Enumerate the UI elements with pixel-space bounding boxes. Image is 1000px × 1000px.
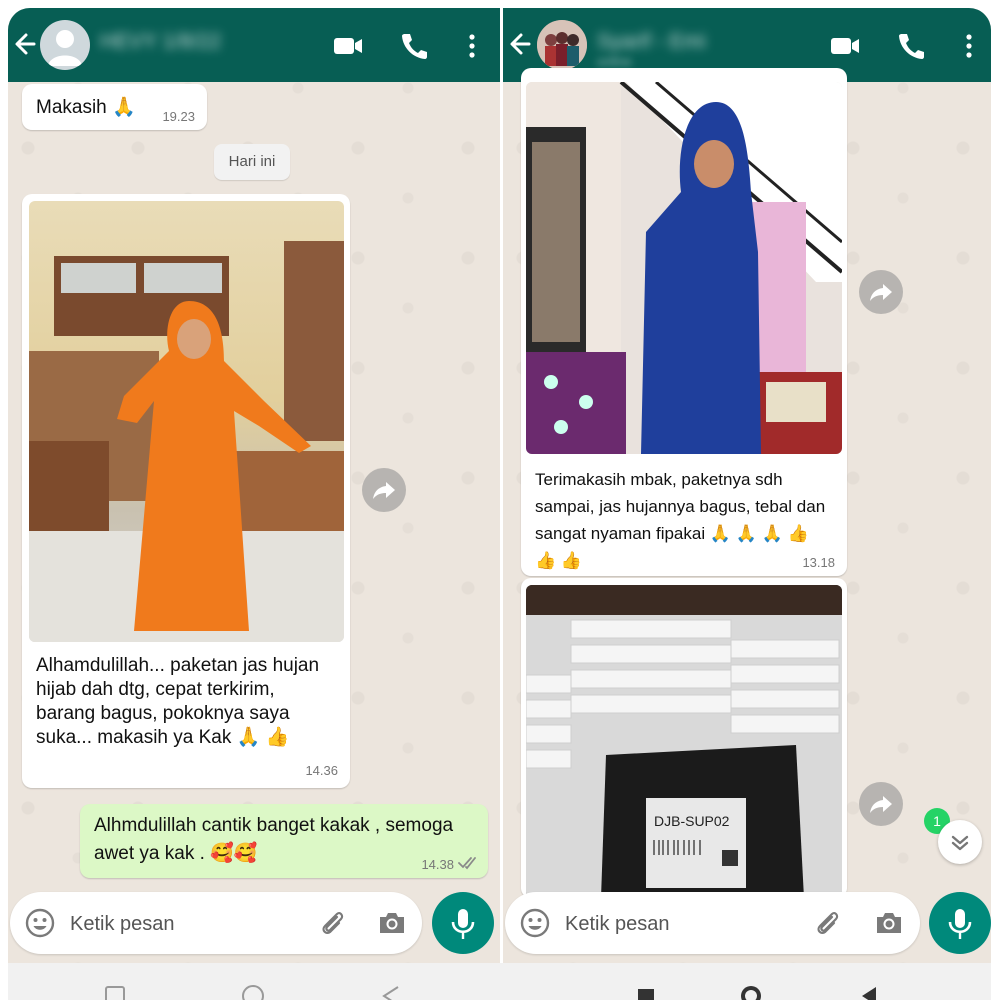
message-time: 13.18 (802, 555, 835, 570)
mic-icon (451, 909, 475, 939)
mic-icon (948, 909, 972, 939)
photo-attachment[interactable] (29, 201, 344, 642)
more-options-icon[interactable] (454, 28, 490, 64)
attach-icon[interactable] (811, 907, 843, 939)
right-chat-panel: Syarif - Emi online Terimakasih mbak, pa… (503, 8, 991, 963)
emoji-icon[interactable] (24, 907, 56, 939)
back-nav-icon[interactable] (380, 983, 402, 1000)
forward-share-icon (870, 796, 892, 813)
photo-attachment[interactable]: DJB-SUP02 (526, 585, 842, 898)
message-bubble-incoming-photo[interactable]: DJB-SUP02 (521, 578, 847, 898)
default-avatar-icon (48, 30, 82, 66)
message-composer (10, 892, 422, 956)
contact-name[interactable]: Syarif - Emi (597, 30, 706, 54)
forward-button[interactable] (859, 270, 903, 314)
back-nav-icon[interactable] (858, 983, 880, 1000)
photo-woman-orange-raincoat (29, 241, 344, 642)
double-check-icon (458, 857, 476, 870)
recents-nav-icon[interactable] (104, 985, 126, 1000)
message-text: Alhmdulillah cantik banget kakak , semog… (94, 815, 454, 864)
group-photo-avatar (537, 20, 587, 70)
system-nav-bar (8, 963, 991, 1000)
forward-button[interactable] (362, 468, 406, 512)
contact-status: online (597, 54, 632, 69)
home-nav-icon[interactable] (738, 983, 764, 1000)
message-text: Alhamdulillah... paketan jas hujan hijab… (36, 655, 320, 748)
forward-share-icon (373, 482, 395, 499)
contact-avatar[interactable] (537, 20, 587, 70)
contact-name[interactable]: HEVY 1/8/22 (100, 30, 221, 54)
camera-icon[interactable] (873, 907, 905, 939)
contact-avatar[interactable] (40, 20, 90, 70)
photo-woman-blue-raincoat (526, 82, 842, 454)
message-time: 14.36 (305, 763, 338, 778)
chat-header: HEVY 1/8/22 (8, 8, 500, 82)
video-call-icon[interactable] (827, 28, 863, 64)
back-arrow-icon[interactable] (12, 26, 42, 62)
mic-button[interactable] (432, 892, 494, 954)
back-arrow-icon[interactable] (507, 26, 537, 62)
recents-nav-icon[interactable] (636, 987, 656, 1000)
video-call-icon[interactable] (330, 28, 366, 64)
message-input[interactable] (68, 892, 272, 956)
photo-package-stack (526, 585, 842, 898)
voice-call-icon[interactable] (893, 28, 929, 64)
home-nav-icon[interactable] (240, 983, 266, 1000)
emoji-icon[interactable] (519, 907, 551, 939)
chevron-double-down-icon (951, 835, 969, 851)
more-options-icon[interactable] (951, 28, 987, 64)
forward-share-icon (870, 284, 892, 301)
photo-attachment[interactable] (526, 82, 842, 454)
message-bubble-incoming-photo[interactable]: Alhamdulillah... paketan jas hujan hijab… (22, 194, 350, 788)
message-composer (505, 892, 920, 956)
message-time: 19.23 (162, 109, 195, 124)
message-bubble-outgoing[interactable]: Alhmdulillah cantik banget kakak , semog… (80, 804, 488, 878)
message-bubble-incoming[interactable]: Makasih 🙏 19.23 (22, 84, 207, 130)
mic-button[interactable] (929, 892, 991, 954)
left-chat-panel: HEVY 1/8/22 Makasih 🙏 19.23 Hari ini Alh… (8, 8, 500, 963)
message-time: 14.38 (421, 857, 454, 872)
voice-call-icon[interactable] (396, 28, 432, 64)
camera-icon[interactable] (376, 907, 408, 939)
package-label: DJB-SUP02 (654, 813, 730, 829)
forward-button[interactable] (859, 782, 903, 826)
message-text: Terimakasih mbak, paketnya sdh sampai, j… (535, 470, 826, 570)
attach-icon[interactable] (316, 907, 348, 939)
message-bubble-incoming-photo[interactable]: Terimakasih mbak, paketnya sdh sampai, j… (521, 68, 847, 576)
date-divider: Hari ini (214, 144, 290, 180)
scroll-to-bottom-button[interactable] (938, 820, 982, 864)
message-input[interactable] (563, 892, 767, 956)
